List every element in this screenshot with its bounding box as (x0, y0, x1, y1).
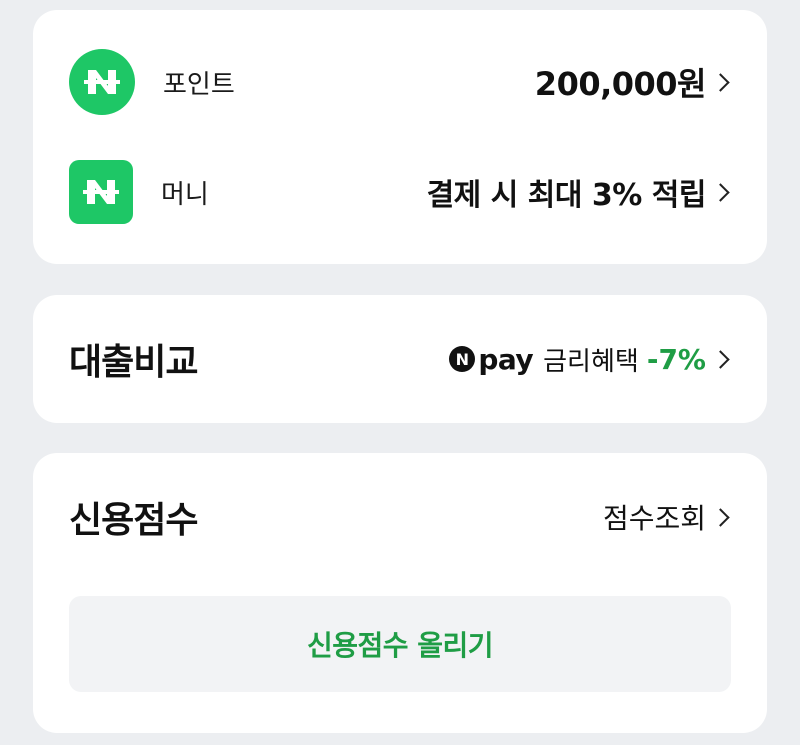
credit-row[interactable]: 신용점수 점수조회 (33, 481, 767, 553)
loan-row[interactable]: 대출비교 N pay 금리혜택 -7% (33, 319, 767, 399)
boost-credit-button[interactable]: 신용점수 올리기 (69, 596, 731, 692)
point-row-left: 포인트 (69, 49, 235, 115)
wallet-card: 포인트 200,000원 머니 결제 시 최대 3% 적립 (33, 10, 767, 264)
loan-benefit-group[interactable]: N pay 금리혜택 -7% (449, 341, 731, 378)
naver-n-square-icon (69, 160, 133, 224)
credit-title-group: 신용점수 (69, 491, 198, 543)
chevron-right-icon (711, 507, 730, 527)
chevron-right-icon (711, 349, 730, 369)
loan-rate: -7% (646, 342, 706, 376)
naver-n-circle-icon (69, 49, 135, 115)
money-row[interactable]: 머니 결제 시 최대 3% 적립 (33, 158, 767, 226)
point-amount-group[interactable]: 200,000원 (535, 59, 731, 105)
money-benefit: 결제 시 최대 3% 적립 (426, 178, 707, 213)
money-label: 머니 (161, 179, 209, 210)
npay-brand: pay (478, 342, 534, 376)
npay-badge-letter: N (455, 349, 469, 369)
credit-link-group[interactable]: 점수조회 (603, 497, 731, 537)
chevron-right-icon (711, 182, 730, 202)
credit-title: 신용점수 (69, 500, 198, 541)
boost-credit-label: 신용점수 올리기 (306, 629, 494, 662)
loan-card: 대출비교 N pay 금리혜택 -7% (33, 295, 767, 423)
loan-desc: 금리혜택 (543, 346, 639, 377)
credit-card: 신용점수 점수조회 신용점수 올리기 (33, 453, 767, 733)
loan-title: 대출비교 (69, 342, 198, 383)
loan-title-group: 대출비교 (69, 333, 198, 385)
point-label: 포인트 (163, 69, 235, 100)
credit-check-link: 점수조회 (602, 502, 706, 535)
npay-logo-icon: N (449, 346, 476, 372)
money-benefit-group[interactable]: 결제 시 최대 3% 적립 (427, 170, 731, 214)
point-row[interactable]: 포인트 200,000원 (33, 48, 767, 116)
point-amount: 200,000원 (534, 65, 707, 103)
money-row-left: 머니 (69, 160, 209, 224)
chevron-right-icon (711, 72, 730, 92)
